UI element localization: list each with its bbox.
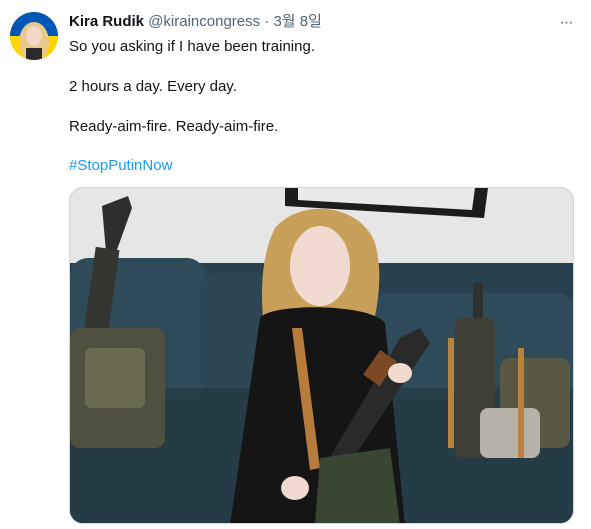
author-handle[interactable]: @kiraincongress (148, 13, 260, 30)
avatar-image (10, 12, 58, 60)
tweet-photo[interactable] (69, 187, 574, 524)
photo-illustration (70, 188, 573, 523)
tweet[interactable]: Kira Rudik @kiraincongress · 3월 8일 ··· S… (0, 0, 591, 529)
avatar[interactable] (10, 12, 58, 60)
more-horizontal-icon[interactable]: ··· (555, 12, 577, 34)
tweet-header: Kira Rudik @kiraincongress · 3월 8일 (69, 12, 551, 32)
author-name[interactable]: Kira Rudik (69, 13, 144, 30)
more-glyph: ··· (559, 14, 574, 31)
tweet-line-1: So you asking if I have been training. (69, 38, 315, 55)
hashtag-link[interactable]: #StopPutinNow (69, 156, 172, 176)
tweet-line-2: 2 hours a day. Every day. (69, 78, 237, 95)
tweet-date[interactable]: 3월 8일 (273, 13, 321, 30)
tweet-line-3: Ready-aim-fire. Ready-aim-fire. (69, 118, 279, 135)
separator-dot: · (264, 13, 270, 30)
